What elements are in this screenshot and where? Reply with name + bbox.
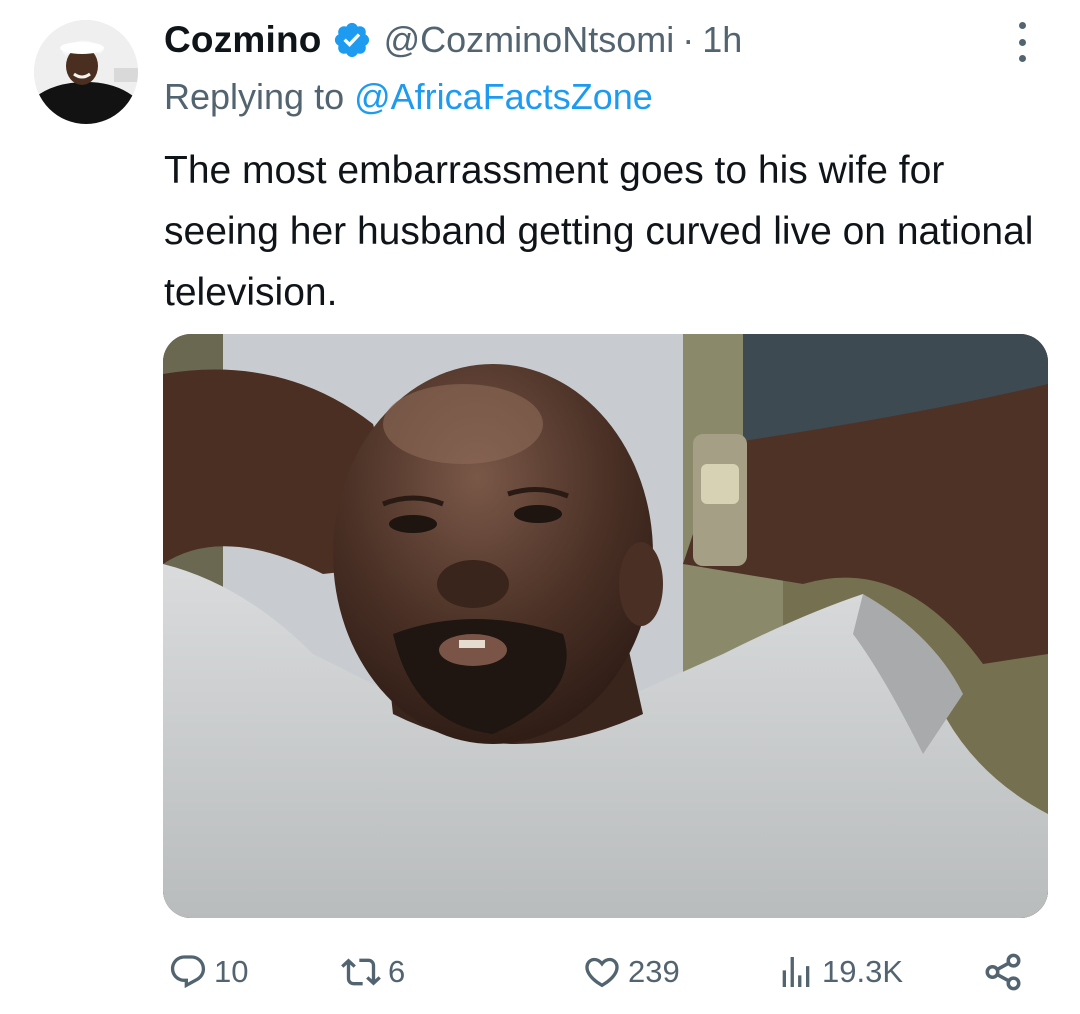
like-count: 239 [628, 954, 680, 989]
retweet-icon [341, 958, 381, 986]
more-dot [1018, 55, 1026, 62]
more-options-icon[interactable] [1012, 22, 1032, 62]
retweet-count: 6 [388, 954, 406, 989]
tweet-card[interactable]: Cozmino @CozminoNtsomi · 1h Replying to … [0, 0, 1080, 1014]
retweet-button[interactable]: 6 [340, 946, 405, 998]
views-count: 19.3K [822, 954, 904, 989]
replying-to-handle[interactable]: @AfricaFactsZone [354, 76, 653, 117]
media-photo [163, 334, 1048, 918]
share-icon [985, 953, 1021, 991]
like-button[interactable]: 239 [582, 946, 680, 998]
heart-icon [585, 957, 619, 988]
author-handle[interactable]: @CozminoNtsomi [384, 19, 675, 61]
tweet-text: The most embarrassment goes to his wife … [164, 149, 1034, 314]
tweet-header: Cozmino @CozminoNtsomi · 1h [164, 16, 742, 64]
reply-count: 10 [214, 954, 249, 989]
avatar-photo [34, 20, 138, 124]
tweet-media-photo[interactable] [163, 334, 1048, 918]
replying-to: Replying to @AfricaFactsZone [164, 76, 653, 118]
avatar[interactable] [34, 20, 138, 124]
views-button[interactable]: 19.3K [776, 946, 903, 998]
replying-to-label: Replying to [164, 76, 345, 117]
reply-icon [170, 955, 206, 989]
more-dot [1018, 22, 1026, 29]
share-button[interactable] [982, 946, 1024, 998]
tweet-actions: 10 6 239 19.3K [164, 946, 1034, 998]
display-name[interactable]: Cozmino [164, 19, 322, 61]
reply-button[interactable]: 10 [168, 946, 248, 998]
views-chart-icon [782, 957, 810, 987]
separator-dot: · [682, 19, 695, 60]
more-dot [1018, 38, 1026, 46]
tweet-timestamp[interactable]: 1h [702, 19, 742, 61]
verified-badge-icon[interactable] [332, 20, 372, 60]
